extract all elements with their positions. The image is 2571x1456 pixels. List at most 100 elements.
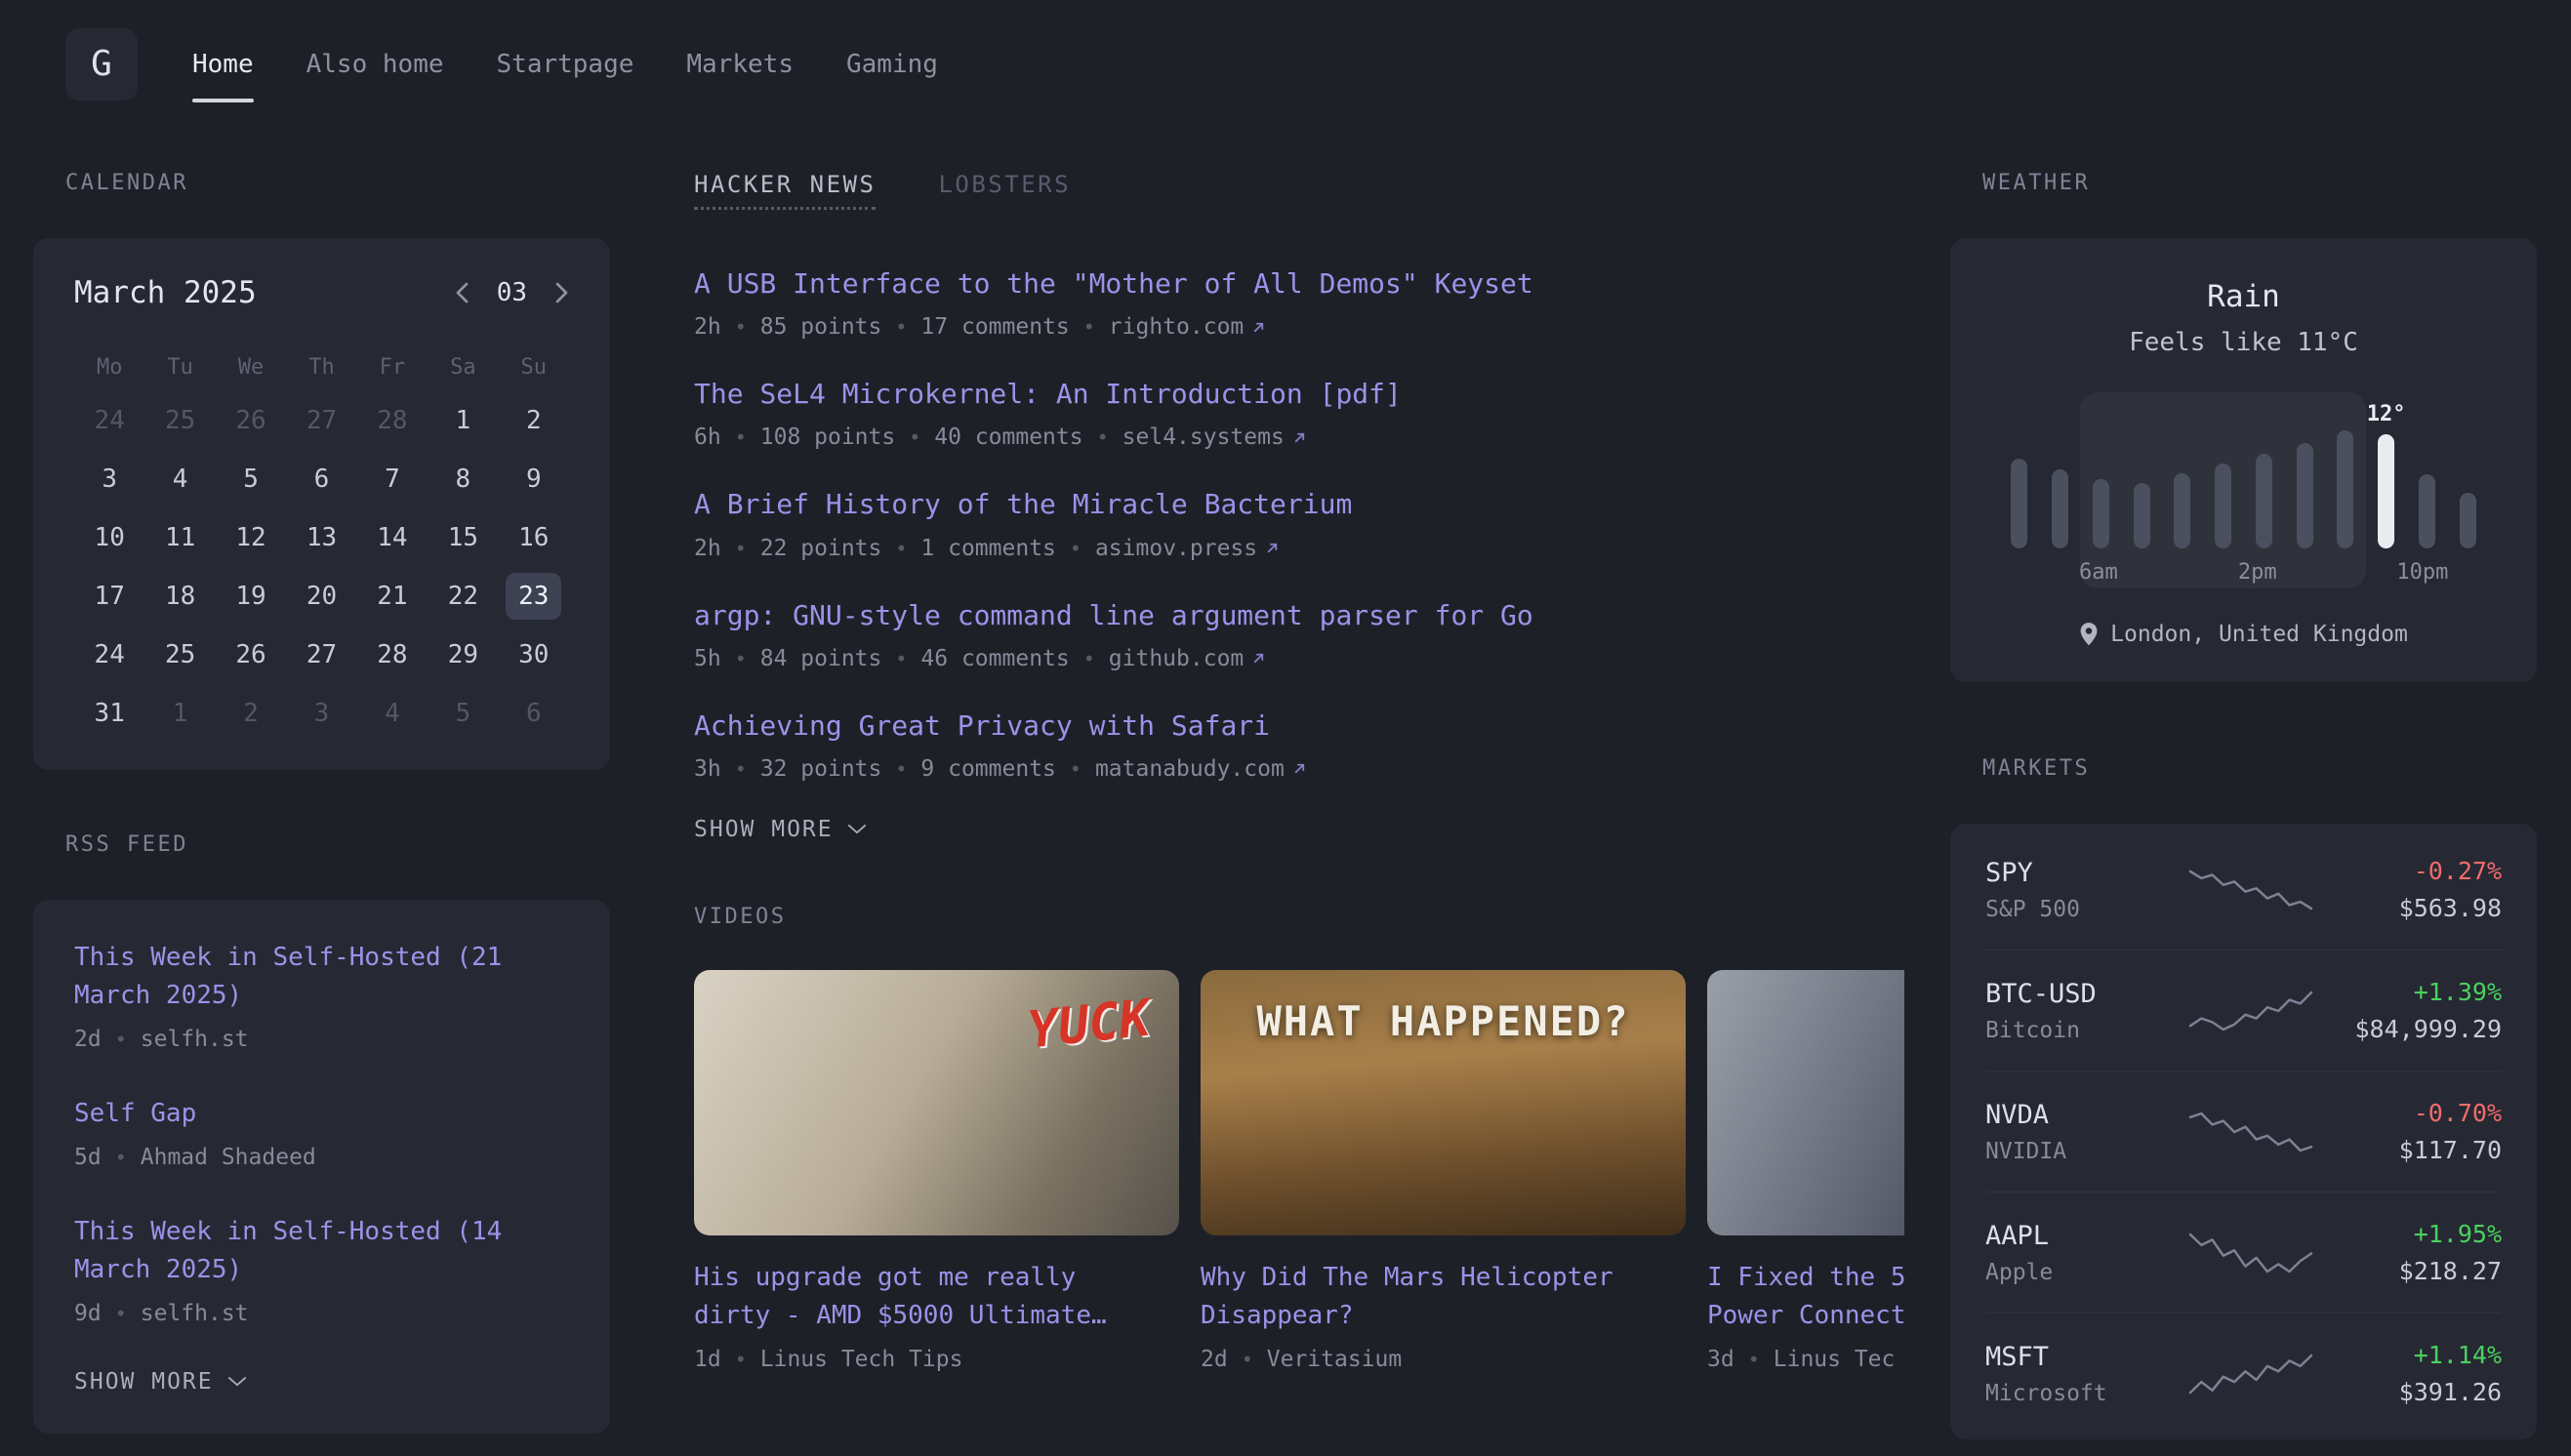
- nav-tab-gaming[interactable]: Gaming: [846, 0, 938, 128]
- separator-dot: •: [735, 537, 747, 560]
- calendar-day[interactable]: 15: [428, 508, 498, 567]
- news-item-title[interactable]: The SeL4 Microkernel: An Introduction [p…: [694, 375, 1904, 413]
- calendar-day[interactable]: 2: [499, 391, 569, 450]
- calendar-day[interactable]: 23: [499, 567, 569, 626]
- calendar-day[interactable]: 1: [428, 391, 498, 450]
- item-comments: 9 comments: [920, 756, 1055, 782]
- calendar-day[interactable]: 24: [74, 626, 144, 684]
- news-item-source-link[interactable]: asimov.press: [1095, 536, 1280, 561]
- calendar-heading: CALENDAR: [33, 171, 610, 195]
- calendar-day[interactable]: 3: [74, 450, 144, 508]
- rss-item-title[interactable]: This Week in Self-Hosted (14 March 2025): [74, 1213, 569, 1289]
- video-card: YUCK His upgrade got me really dirty - AM…: [694, 970, 1179, 1372]
- calendar-day[interactable]: 5: [428, 684, 498, 743]
- news-item-source-link[interactable]: github.com: [1109, 646, 1266, 671]
- weather-location-text: London, United Kingdom: [2110, 622, 2408, 647]
- calendar-day[interactable]: 22: [428, 567, 498, 626]
- calendar-day[interactable]: 20: [286, 567, 356, 626]
- market-row[interactable]: AAPLApple+1.95%$218.27: [1985, 1193, 2502, 1314]
- calendar-day[interactable]: 21: [357, 567, 428, 626]
- calendar-day[interactable]: 27: [286, 626, 356, 684]
- market-row[interactable]: NVDANVIDIA-0.70%$117.70: [1985, 1072, 2502, 1193]
- news-item-source-link[interactable]: sel4.systems: [1122, 425, 1307, 450]
- market-row[interactable]: MSFTMicrosoft+1.14%$391.26: [1985, 1314, 2502, 1434]
- calendar-day[interactable]: 19: [216, 567, 286, 626]
- calendar-day[interactable]: 30: [499, 626, 569, 684]
- calendar-day[interactable]: 2: [216, 684, 286, 743]
- calendar-day[interactable]: 26: [216, 391, 286, 450]
- nav-tab-also-home[interactable]: Also home: [306, 0, 444, 128]
- market-left: MSFTMicrosoft: [1985, 1342, 2166, 1406]
- calendar-day[interactable]: 4: [357, 684, 428, 743]
- app-logo[interactable]: G: [65, 28, 138, 101]
- news-show-more-button[interactable]: SHOW MORE: [694, 817, 1904, 842]
- chevron-left-icon[interactable]: [455, 281, 469, 304]
- calendar-day-number: 22: [448, 582, 478, 611]
- weather-bar: [2256, 454, 2272, 548]
- rss-show-more-button[interactable]: SHOW MORE: [74, 1369, 569, 1395]
- videos-heading: VIDEOS: [694, 905, 1904, 929]
- news-item-title[interactable]: A Brief History of the Miracle Bacterium: [694, 485, 1904, 523]
- calendar-day[interactable]: 8: [428, 450, 498, 508]
- calendar-day[interactable]: 9: [499, 450, 569, 508]
- calendar-day[interactable]: 18: [144, 567, 215, 626]
- calendar-day[interactable]: 28: [357, 391, 428, 450]
- rss-item-title[interactable]: Self Gap: [74, 1095, 569, 1133]
- nav-tab-startpage[interactable]: Startpage: [497, 0, 634, 128]
- calendar-day-number: 1: [173, 699, 188, 728]
- news-item-title[interactable]: argp: GNU-style command line argument pa…: [694, 596, 1904, 634]
- tab-hacker-news[interactable]: HACKER NEWS: [694, 171, 876, 210]
- calendar-day-number: 29: [448, 640, 478, 669]
- market-name: NVIDIA: [1985, 1139, 2166, 1164]
- calendar-day[interactable]: 31: [74, 684, 144, 743]
- calendar-weekday: We: [216, 355, 286, 380]
- calendar-day[interactable]: 1: [144, 684, 215, 743]
- rss-item-title[interactable]: This Week in Self-Hosted (21 March 2025): [74, 939, 569, 1015]
- calendar-day[interactable]: 27: [286, 391, 356, 450]
- video-thumbnail[interactable]: WHAT HAPPENED?: [1201, 970, 1686, 1235]
- calendar-day[interactable]: 10: [74, 508, 144, 567]
- item-points: 32 points: [760, 756, 882, 782]
- calendar-day[interactable]: 6: [286, 450, 356, 508]
- nav-tab-home[interactable]: Home: [192, 0, 254, 128]
- news-item-title[interactable]: Achieving Great Privacy with Safari: [694, 707, 1904, 745]
- item-meta: 5d•Ahmad Shadeed: [74, 1145, 569, 1170]
- calendar-day[interactable]: 6: [499, 684, 569, 743]
- market-row[interactable]: BTC-USDBitcoin+1.39%$84,999.29: [1985, 950, 2502, 1072]
- calendar-day[interactable]: 7: [357, 450, 428, 508]
- calendar-day[interactable]: 13: [286, 508, 356, 567]
- calendar-day-number: 11: [165, 523, 195, 552]
- calendar-day-number: 21: [377, 582, 407, 611]
- news-item-source-link[interactable]: righto.com: [1109, 314, 1266, 340]
- calendar-day[interactable]: 14: [357, 508, 428, 567]
- market-row[interactable]: SPYS&P 500-0.27%$563.98: [1985, 829, 2502, 950]
- news-item-title[interactable]: A USB Interface to the "Mother of All De…: [694, 264, 1904, 303]
- calendar-day[interactable]: 16: [499, 508, 569, 567]
- calendar-day[interactable]: 25: [144, 391, 215, 450]
- calendar-day[interactable]: 12: [216, 508, 286, 567]
- news-item-source-link[interactable]: matanabudy.com: [1095, 756, 1307, 782]
- calendar-day[interactable]: 4: [144, 450, 215, 508]
- tab-lobsters[interactable]: LOBSTERS: [938, 171, 1071, 198]
- calendar-day[interactable]: 25: [144, 626, 215, 684]
- calendar-day-number: 19: [235, 582, 265, 611]
- calendar-day[interactable]: 28: [357, 626, 428, 684]
- calendar-day[interactable]: 5: [216, 450, 286, 508]
- market-change: +1.95%: [2336, 1220, 2502, 1248]
- calendar-day[interactable]: 24: [74, 391, 144, 450]
- video-title[interactable]: Why Did The Mars Helicopter Disappear?: [1201, 1259, 1686, 1335]
- video-title[interactable]: His upgrade got me really dirty - AMD $5…: [694, 1259, 1179, 1335]
- calendar-day[interactable]: 3: [286, 684, 356, 743]
- chevron-right-icon[interactable]: [554, 281, 569, 304]
- nav-tab-markets[interactable]: Markets: [686, 0, 794, 128]
- video-thumbnail[interactable]: [1707, 970, 1904, 1235]
- calendar-day[interactable]: 11: [144, 508, 215, 567]
- market-symbol: AAPL: [1985, 1221, 2166, 1251]
- calendar-day[interactable]: 17: [74, 567, 144, 626]
- video-title[interactable]: I Fixed the 5 Power Connect: [1707, 1259, 1904, 1335]
- video-thumbnail[interactable]: YUCK: [694, 970, 1179, 1235]
- calendar-day[interactable]: 29: [428, 626, 498, 684]
- calendar-day-number: 10: [95, 523, 125, 552]
- weather-bar: [2215, 464, 2231, 548]
- calendar-day[interactable]: 26: [216, 626, 286, 684]
